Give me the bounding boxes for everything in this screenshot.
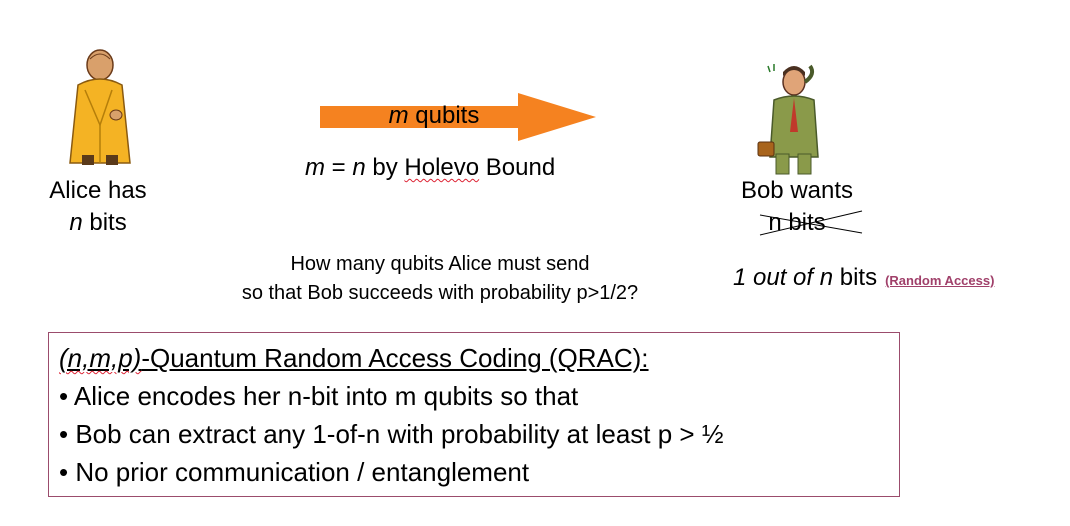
holevo-m-var: m bbox=[305, 154, 325, 181]
question-line-2: so that Bob succeeds with probability p>… bbox=[241, 282, 639, 304]
holevo-bound-text: m = n by Holevo Bound bbox=[305, 154, 555, 182]
random-access-text: 1 out of n bits (Random Access) bbox=[733, 264, 994, 292]
holevo-bound-word: Bound bbox=[479, 154, 556, 181]
bob-figure-icon bbox=[752, 62, 832, 177]
bits-word: bits bbox=[833, 264, 878, 291]
holevo-eq: = bbox=[325, 154, 353, 181]
bob-bits-line: n bits bbox=[722, 207, 872, 239]
qrac-bullet-2: • Bob can extract any 1-of-n with probab… bbox=[59, 419, 724, 449]
bob-label: Bob wants n bits bbox=[722, 175, 872, 239]
alice-bits-word: bits bbox=[82, 209, 127, 236]
cross-out-icon bbox=[760, 210, 863, 236]
question-line-1: How many qubits Alice must send bbox=[290, 253, 590, 275]
holevo-n-var: n bbox=[352, 154, 366, 181]
holevo-word: Holevo bbox=[404, 154, 480, 181]
question-text: How many qubits Alice must send so that … bbox=[180, 250, 700, 308]
one-out-of-n-text: 1 out of n bbox=[733, 264, 834, 291]
holevo-by: by bbox=[365, 154, 405, 181]
alice-bits-text: n bits bbox=[38, 207, 158, 239]
crossed-bits: n bits bbox=[760, 207, 863, 239]
arrow-qubits-text: qubits bbox=[408, 102, 480, 129]
qrac-title-params: (n,m,p) bbox=[59, 343, 142, 373]
alice-label: Alice has n bits bbox=[38, 175, 158, 239]
qrac-definition-box: (n,m,p)-Quantum Random Access Coding (QR… bbox=[48, 332, 900, 497]
qrac-bullet-1: • Alice encodes her n-bit into m qubits … bbox=[59, 381, 579, 411]
alice-has-text: Alice has bbox=[49, 177, 147, 204]
qrac-bullet-3: • No prior communication / entanglement bbox=[59, 457, 530, 487]
random-access-link[interactable]: (Random Access) bbox=[885, 273, 994, 288]
arrow-label: m qubits bbox=[318, 100, 550, 132]
bob-wants-text: Bob wants bbox=[740, 177, 854, 204]
alice-n-var: n bbox=[69, 209, 83, 236]
alice-figure-icon bbox=[60, 45, 140, 170]
qrac-title-text: -Quantum Random Access Coding (QRAC): bbox=[141, 343, 649, 373]
arrow-m-var: m bbox=[388, 102, 409, 129]
qrac-title: (n,m,p)-Quantum Random Access Coding (QR… bbox=[59, 339, 889, 377]
